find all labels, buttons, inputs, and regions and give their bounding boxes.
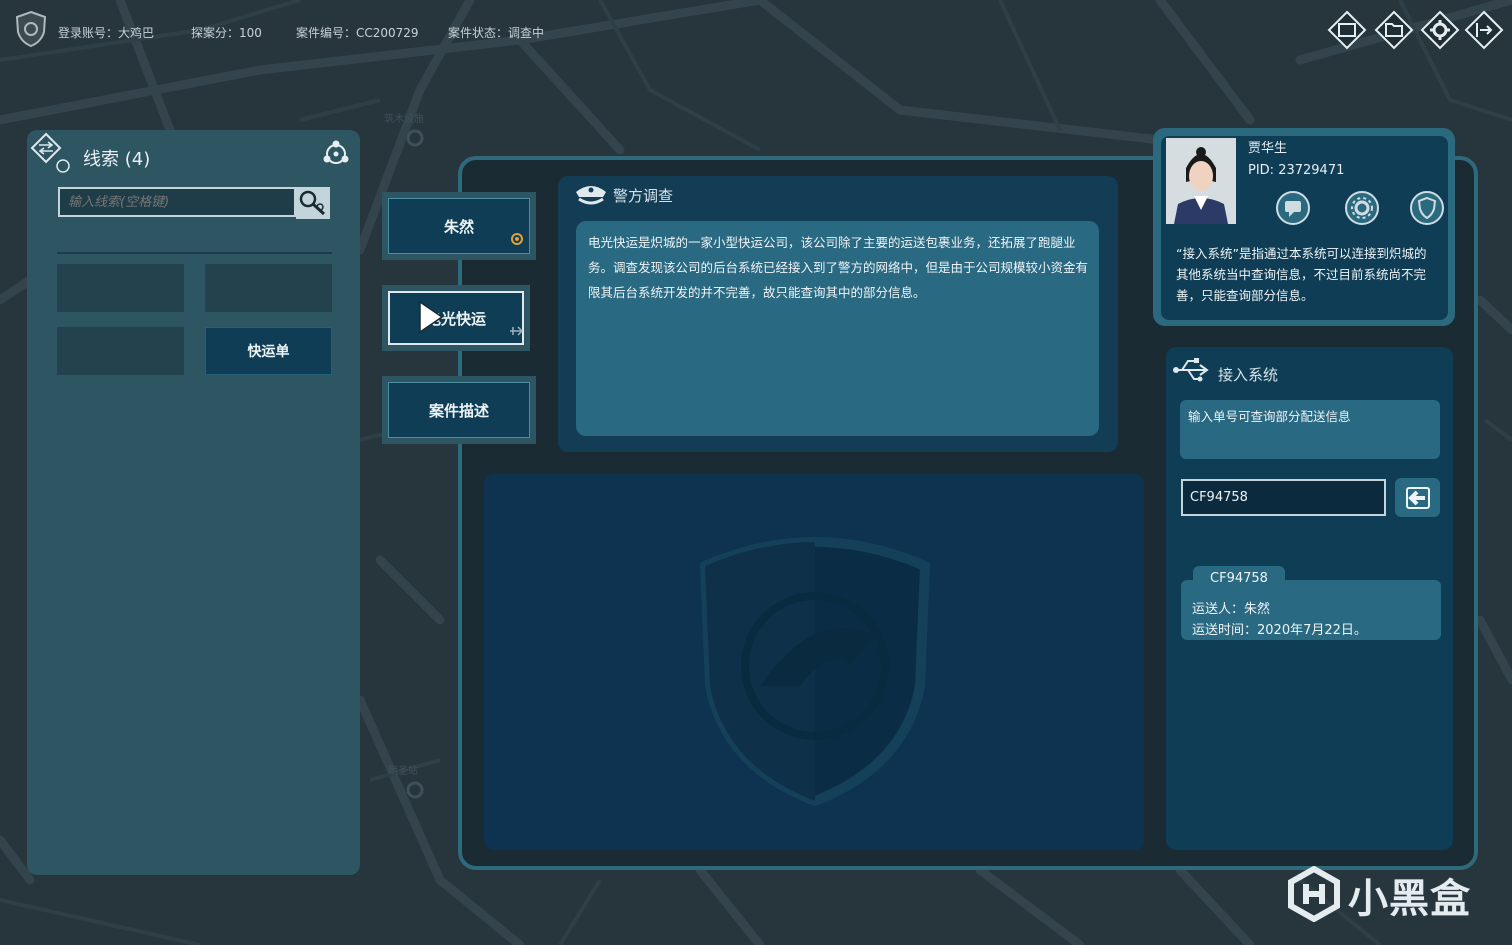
gear-icon[interactable] — [1420, 10, 1460, 50]
search-icon — [299, 190, 326, 216]
map-place-label: 朝圣站 — [388, 766, 418, 777]
order-result-tag: CF94758 — [1193, 566, 1285, 590]
enter-arrow-icon — [1406, 487, 1430, 509]
submit-order-button[interactable] — [1395, 478, 1440, 517]
new-indicator-icon — [511, 233, 523, 245]
case-status-label: 案件状态：调查中 — [448, 26, 545, 40]
exit-icon[interactable] — [1464, 10, 1504, 50]
police-panel-title: 警方调查 — [613, 187, 674, 205]
tab-zhu-ran[interactable]: 朱然 — [382, 192, 536, 260]
officer-name: 贾华生 — [1248, 141, 1288, 156]
clue-search-button[interactable] — [296, 187, 330, 219]
access-system-description: “接入系统”是指通过本系统可以连接到炽城的其他系统当中查询信息，不过目前系统尚不… — [1176, 246, 1427, 303]
order-number-input[interactable] — [1183, 481, 1384, 514]
order-number-field[interactable] — [1181, 479, 1386, 516]
chat-icon[interactable] — [1275, 190, 1311, 226]
police-cap-icon — [576, 186, 606, 205]
order-result-sender: 运送人：朱然 — [1192, 602, 1271, 617]
score-label: 探案分：100 — [191, 26, 262, 40]
case-id-label: 案件编号：CC200729 — [296, 26, 419, 40]
tab-case-description-label: 案件描述 — [388, 382, 530, 438]
connect-nodes-icon[interactable] — [320, 138, 352, 170]
account-label: 登录账号：大鸡巴 — [58, 26, 155, 40]
clue-slot[interactable] — [57, 327, 184, 375]
usb-connection-icon — [1173, 358, 1209, 382]
officer-pid: PID: 23729471 — [1248, 163, 1345, 178]
shield-icon[interactable] — [1409, 190, 1445, 226]
case-emblem-panel — [484, 474, 1144, 850]
clue-panel — [27, 130, 360, 875]
detective-shield-emblem-icon — [700, 536, 930, 806]
clue-divider — [57, 252, 332, 254]
folder-icon[interactable] — [1374, 10, 1414, 50]
access-hint-text: 输入单号可查询部分配送信息 — [1188, 409, 1351, 424]
police-badge-logo-icon — [15, 10, 47, 48]
clue-slot[interactable] — [205, 264, 332, 312]
xiaoheihe-logo-icon — [1288, 866, 1340, 922]
clue-search-field[interactable] — [58, 187, 296, 217]
clue-item-express-waybill[interactable]: 快运单 — [205, 327, 332, 375]
police-investigation-text: 电光快运是炽城的一家小型快运公司，该公司除了主要的运送包裹业务，还拓展了跑腿业务… — [588, 235, 1089, 300]
clue-exchange-icon — [30, 132, 70, 173]
tab-dianguang-express-label: 电光快运 — [388, 291, 524, 345]
tab-zhu-ran-label: 朱然 — [388, 198, 530, 254]
clue-panel-title: 线索 (4) — [83, 149, 151, 170]
window-icon[interactable] — [1327, 10, 1367, 50]
tab-dianguang-express[interactable]: 电光快运 — [382, 285, 530, 351]
officer-avatar — [1166, 138, 1236, 224]
order-result-time: 运送时间：2020年7月22日。 — [1192, 623, 1367, 638]
clue-slot[interactable] — [57, 264, 184, 312]
access-system-title: 接入系统 — [1218, 366, 1279, 384]
map-place-label: 筑木设施 — [384, 114, 424, 125]
connect-icon — [510, 326, 524, 336]
clue-search-input[interactable] — [60, 189, 294, 215]
mouse-cursor-icon — [419, 300, 444, 334]
settings-round-icon[interactable] — [1344, 190, 1380, 226]
watermark-text: 小黑盒 — [1348, 876, 1471, 922]
tab-case-description[interactable]: 案件描述 — [382, 376, 536, 444]
